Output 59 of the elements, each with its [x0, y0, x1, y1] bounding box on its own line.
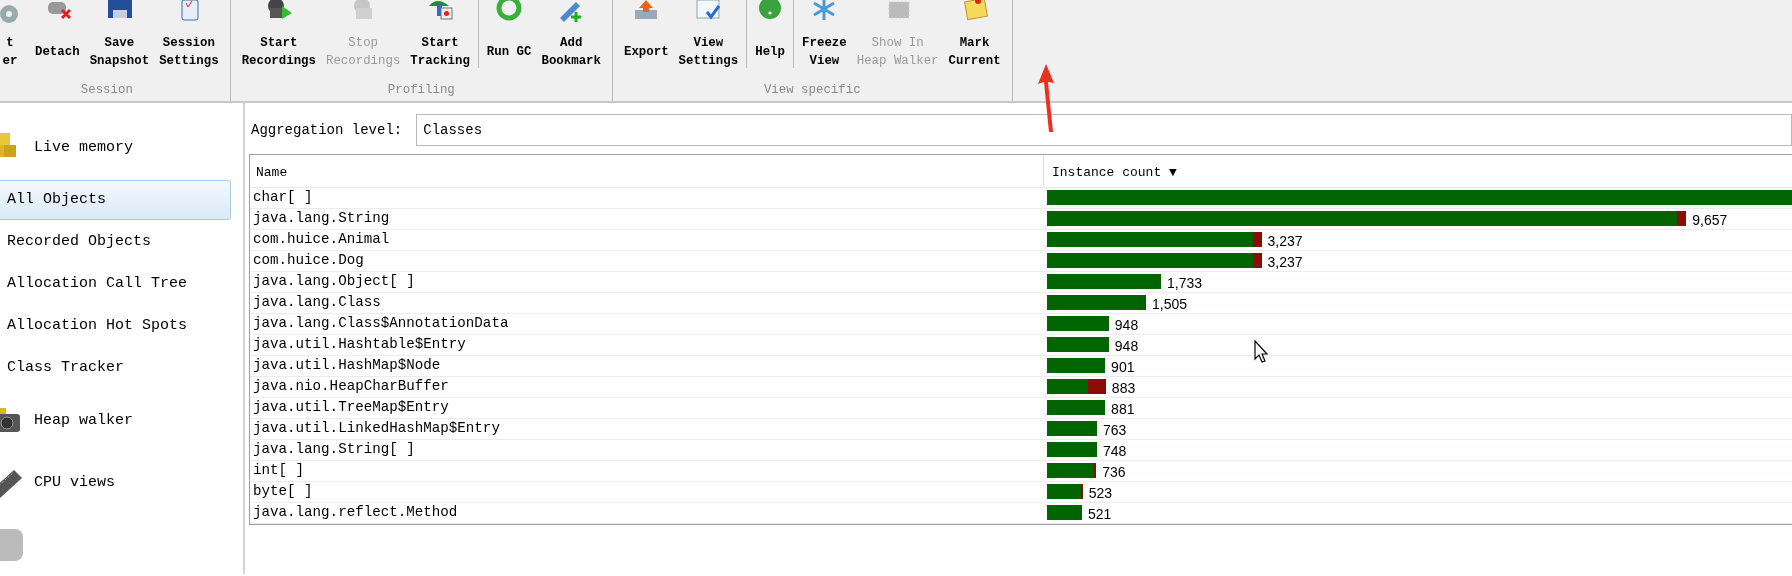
sidebar-item[interactable]: Recorded Objects — [0, 222, 231, 262]
column-header[interactable]: Instance count ▼ — [1044, 155, 1185, 187]
table-cell-text: char[ ] — [252, 188, 314, 208]
count-label: 763 — [1101, 421, 1127, 439]
table-cell-text: java.util.LinkedHashMap$Entry — [252, 419, 501, 439]
sidebar-item[interactable]: Class Tracker — [0, 348, 231, 388]
aggregation-label: Aggregation level: — [251, 120, 403, 140]
aggregation-dropdown[interactable]: Classes — [416, 114, 1792, 146]
toolbar-button[interactable]: Mark Current — [943, 0, 1006, 80]
toolbar-button[interactable]: Freeze View — [797, 0, 852, 80]
toolbar-button[interactable]: Start Recordings — [236, 0, 321, 80]
group-label: Session — [79, 82, 134, 99]
sidebar-item[interactable]: Allocation Call Tree — [0, 264, 231, 304]
table-cell-text: java.util.HashMap$Node — [252, 356, 442, 376]
count-label: 881 — [1110, 400, 1135, 418]
toolbar-button[interactable]: Add Bookmark — [536, 0, 606, 80]
table-cell-text: java.nio.HeapCharBuffer — [252, 377, 450, 397]
group-label: Profiling — [386, 82, 456, 99]
column-header[interactable]: Name — [250, 155, 1044, 187]
group-label: View specific — [762, 82, 862, 99]
count-label: 3,237 — [1266, 232, 1303, 250]
toolbar-button[interactable]: View Settings — [673, 0, 744, 80]
count-label: 948 — [1113, 337, 1139, 355]
toolbar-button[interactable]: Save Snapshot — [84, 0, 155, 80]
section-header[interactable]: Live memory — [34, 136, 134, 160]
table-cell-text: java.lang.String[ ] — [252, 440, 416, 460]
table-cell-text: byte[ ] — [252, 482, 314, 502]
count-label: 3,237 — [1266, 253, 1303, 271]
toolbar-button[interactable]: Export — [618, 0, 674, 80]
count-label: 736 — [1101, 463, 1126, 481]
table-cell-text: int[ ] — [252, 461, 306, 481]
table-cell-text: java.lang.Class — [252, 293, 382, 313]
toolbar-button[interactable]: t er — [0, 0, 30, 80]
table-cell-text: java.lang.reflect.Method — [252, 503, 459, 523]
section-header[interactable]: CPU views — [34, 471, 115, 495]
table-cell-text: java.lang.Object[ ] — [252, 272, 416, 292]
count-label: 521 — [1087, 505, 1112, 523]
table-cell-text: com.huice.Dog — [252, 251, 365, 271]
section-header[interactable]: Heap walker — [34, 409, 134, 433]
toolbar-button[interactable]: Detach — [30, 0, 85, 80]
table-cell-text: java.util.TreeMap$Entry — [252, 398, 450, 418]
count-label: 948 — [1113, 316, 1139, 334]
table-cell-text: java.lang.String — [252, 209, 391, 229]
count-label: 748 — [1101, 442, 1127, 460]
table-cell-text: java.util.Hashtable$Entry — [252, 335, 467, 355]
toolbar-button[interactable]: Start Tracking — [405, 0, 475, 80]
count-label: 901 — [1110, 358, 1135, 376]
count-label: 9,657 — [1691, 211, 1728, 229]
toolbar-button[interactable]: Session Settings — [154, 0, 224, 80]
table-cell-text: com.huice.Animal — [252, 230, 391, 250]
table-cell-text: java.lang.Class$AnnotationData — [252, 314, 510, 334]
count-label: 523 — [1087, 484, 1113, 502]
toolbar-button[interactable]: Help — [750, 0, 791, 80]
count-label: 1,733 — [1166, 274, 1203, 292]
toolbar-button[interactable]: Run GC — [481, 0, 537, 80]
sidebar-item[interactable]: All Objects — [0, 180, 231, 220]
count-label: 883 — [1110, 379, 1136, 397]
count-label: 1,505 — [1151, 295, 1188, 313]
sidebar-item[interactable]: Allocation Hot Spots — [0, 306, 231, 346]
